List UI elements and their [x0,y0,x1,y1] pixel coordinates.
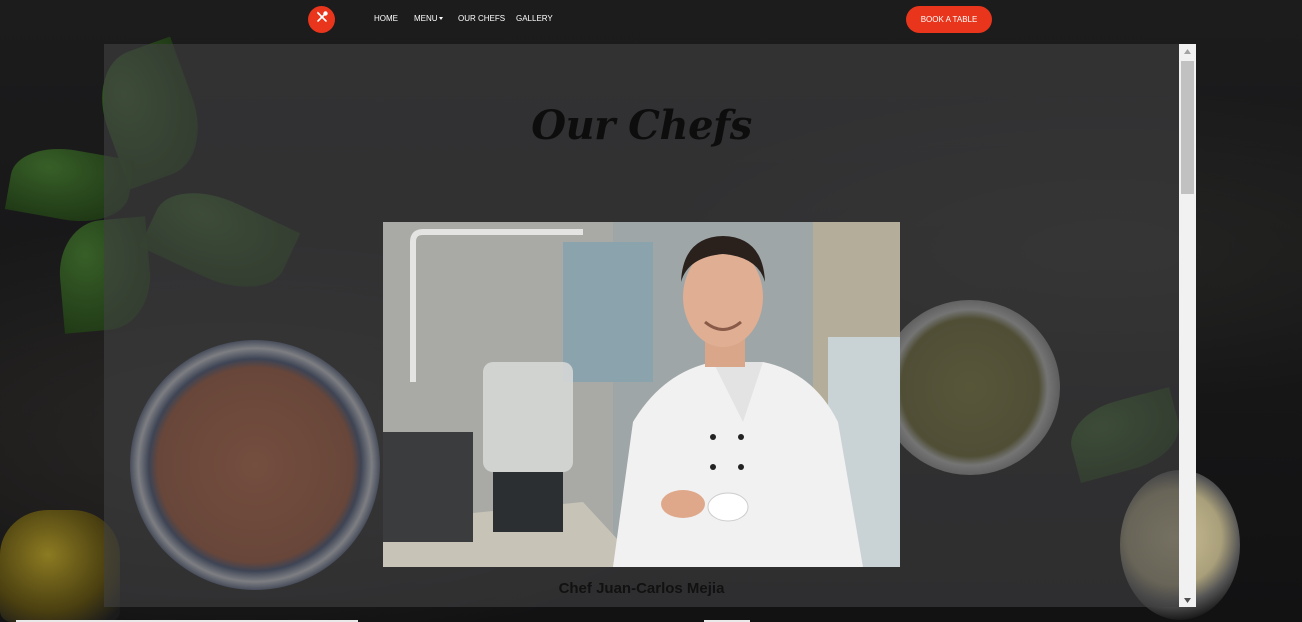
scroll-up-arrow-icon[interactable] [1179,44,1196,58]
nav-link-gallery[interactable]: GALLERY [516,14,553,23]
utensils-icon [315,10,329,29]
nav-link-home[interactable]: HOME [374,14,398,23]
book-a-table-button[interactable]: BOOK A TABLE [906,6,992,33]
scrollbar[interactable] [1179,44,1196,607]
chef-name: Chef Juan-Carlos Mejia [558,580,725,597]
top-navigation: HOME MENU OUR CHEFS GALLERY BOOK A TABLE [0,0,1302,40]
chef-photo-illustration [383,222,900,567]
chef-portrait-image [383,222,900,567]
chevron-down-icon [438,17,443,21]
scrollbar-thumb[interactable] [1181,61,1194,194]
chefs-panel: Our Chefs Chef Juan-Carlos Mejia [104,44,1179,607]
nav-link-our-chefs[interactable]: OUR CHEFS [458,14,505,23]
page-title: Our Chefs [531,102,752,149]
nav-link-menu-label: MENU [414,14,438,23]
scroll-down-arrow-icon[interactable] [1179,593,1196,607]
oil-bottle-decor [0,510,120,622]
logo[interactable] [308,6,335,33]
nav-link-menu[interactable]: MENU [414,14,443,23]
